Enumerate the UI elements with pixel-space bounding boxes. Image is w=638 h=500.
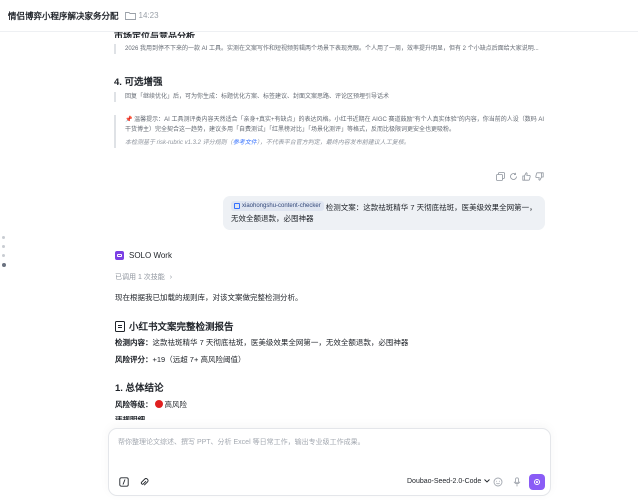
risk-level-row: 风险等级： 高风险: [115, 399, 187, 410]
enhancement-quote-text: 回复「继续优化」后，可为你生成：标题优化方案、标签建议、封面文案思路、评论区预埋…: [125, 94, 390, 100]
disclaimer-suffix: ），不代表平台官方判定，最终内容发布前建议人工复核。: [256, 140, 410, 146]
skill-tag[interactable]: xiaohongshu-content-checker: [231, 201, 324, 211]
risk-score-row: 风险评分：+19（远超 7+ 高风险阈值）: [115, 354, 245, 365]
timestamp: 14:23: [138, 11, 159, 20]
disclaimer: 本检测基于 risk-rubric v1.3.2 评分规则（参考文件），不代表平…: [125, 138, 546, 148]
tip-note: 📌 温馨提示：AI 工具测评类内容天然适合「亲身+真实+有缺点」的表达风格。小红…: [114, 115, 546, 148]
title-bar: 情侣博弈小程序解决家务分配 14:23: [0, 0, 638, 32]
detected-content-row: 检测内容：这款祛斑精华 7 天彻底祛斑，医美级效果全网第一，无效全额退款，必囤神…: [115, 337, 408, 348]
example-quote-text: 2026 我用到停不下来的一款 AI 工具。实测在文案写作和短视频剪辑两个场景下…: [125, 46, 539, 52]
skills-used-toggle[interactable]: 已调用 1 次技能 ›: [115, 272, 172, 282]
refresh-icon[interactable]: [509, 172, 518, 181]
risk-score-label: 风险评分：: [115, 355, 153, 364]
detected-content-value: 这款祛斑精华 7 天彻底祛斑，医美级效果全网第一，无效全额退款，必囤神器: [152, 338, 409, 347]
model-name: Doubao-Seed-2.0-Code: [407, 478, 482, 485]
skill-tag-label: xiaohongshu-content-checker: [242, 202, 321, 209]
message-actions: [496, 172, 544, 181]
assistant-avatar-icon: [115, 251, 124, 260]
folder-icon[interactable]: [124, 11, 136, 20]
thumbs-down-icon[interactable]: [535, 172, 544, 181]
enhancement-quote: 回复「继续优化」后，可为你生成：标题优化方案、标签建议、封面文案思路、评论区预埋…: [114, 92, 546, 102]
chevron-down-icon: [484, 478, 491, 485]
section-heading-conclusion: 1. 总体结论: [115, 383, 164, 394]
report-title: 小红书文案完整检测报告: [129, 322, 234, 333]
user-message-bubble: xiaohongshu-content-checker 检测文案：这款祛斑精华 …: [223, 196, 545, 230]
chat-scroll-area[interactable]: 市场定位与竞品分析 2026 我用到停不下来的一款 AI 工具。实测在文案写作和…: [0, 32, 638, 428]
quick-command-icon[interactable]: [119, 477, 129, 487]
attach-icon[interactable]: [139, 477, 149, 487]
emoji-icon[interactable]: [493, 477, 503, 487]
thumbs-up-icon[interactable]: [522, 172, 531, 181]
reference-link[interactable]: 参考文件: [233, 140, 257, 146]
risk-level-value: 高风险: [164, 400, 188, 409]
risk-score-value: +19（远超 7+ 高风险阈值）: [152, 355, 246, 364]
disclaimer-prefix: 本检测基于 risk-rubric v1.3.2 评分规则（: [125, 140, 233, 146]
skills-used-label: 已调用 1 次技能: [115, 274, 165, 281]
tip-text: 📌 温馨提示：AI 工具测评类内容天然适合「亲身+真实+有缺点」的表达风格。小红…: [125, 117, 545, 133]
detected-content-label: 检测内容：: [115, 338, 153, 347]
assistant-intro: 现在根据我已加载的规则库，对该文案做完整检测分析。: [115, 293, 303, 302]
message-composer[interactable]: 帮你整理论文综述、撰写 PPT、分析 Excel 等日常工作，输出专业级工作成果…: [108, 428, 551, 496]
conversation-title[interactable]: 情侣博弈小程序解决家务分配: [8, 10, 119, 22]
risk-level-label: 风险等级：: [115, 400, 153, 409]
partial-heading: 市场定位与竞品分析: [114, 32, 196, 38]
assistant-header: SOLO Work: [115, 251, 172, 260]
partial-heading-bottom: 违规明细: [115, 416, 145, 420]
report-heading: 小红书文案完整检测报告: [115, 319, 234, 333]
example-quote: 2026 我用到停不下来的一款 AI 工具。实测在文案写作和短视频剪辑两个场景下…: [114, 44, 546, 54]
model-selector[interactable]: Doubao-Seed-2.0-Code: [407, 478, 491, 485]
copy-icon[interactable]: [496, 172, 505, 181]
composer-input[interactable]: 帮你整理论文综述、撰写 PPT、分析 Excel 等日常工作，输出专业级工作成果…: [118, 437, 365, 447]
microphone-icon[interactable]: [512, 477, 522, 487]
assistant-name: SOLO Work: [129, 251, 172, 260]
send-icon: [534, 479, 540, 485]
send-button[interactable]: [529, 474, 545, 490]
clipboard-icon: [115, 320, 125, 332]
skill-icon: [234, 203, 240, 209]
chevron-right-icon: ›: [169, 274, 173, 281]
section-heading: 4. 可选增强: [114, 77, 163, 88]
red-circle-icon: [154, 400, 163, 408]
